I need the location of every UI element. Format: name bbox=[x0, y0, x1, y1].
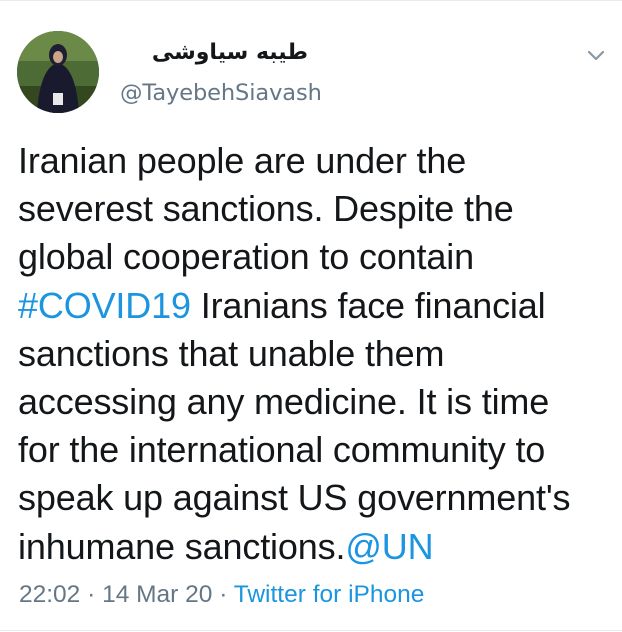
tweet-text-segment: sanctions that unable them bbox=[18, 332, 445, 374]
avatar[interactable] bbox=[17, 31, 99, 113]
tweet-text-segment: for the international community to bbox=[18, 429, 546, 471]
tweet-text-line: #COVID19 Iranians face financial bbox=[18, 282, 614, 330]
tweet-text: Iranian people are under the severest san… bbox=[18, 137, 614, 571]
meta-separator: · bbox=[80, 581, 103, 608]
tweet-text-segment: inhumane sanctions. bbox=[18, 525, 346, 567]
user-handle[interactable]: @TayebehSiavash bbox=[120, 77, 322, 109]
tweet-text-line: Iranian people are under the bbox=[18, 137, 614, 185]
display-name[interactable]: طیبه سیاوشی bbox=[118, 38, 308, 68]
meta-separator: · bbox=[212, 581, 234, 608]
avatar-photo bbox=[17, 31, 99, 113]
chevron-down-icon[interactable] bbox=[583, 43, 609, 67]
tweet-text-line: severest sanctions. Despite the bbox=[18, 185, 614, 233]
hashtag-link[interactable]: #COVID19 bbox=[18, 285, 191, 326]
tweet-text-segment: speak up against US government's bbox=[18, 477, 571, 519]
tweet-text-segment: global cooperation to contain bbox=[18, 236, 474, 278]
tweet-text-segment: Iranians face financial bbox=[190, 284, 546, 326]
tweet-text-line: speak up against US government's bbox=[18, 474, 614, 522]
tweet-text-line: inhumane sanctions.@UN bbox=[18, 523, 614, 571]
tweet-time[interactable]: 22:02 bbox=[19, 581, 80, 608]
tweet-text-line: accessing any medicine. It is time bbox=[18, 378, 614, 426]
tweet-text-segment: accessing any medicine. It is time bbox=[18, 381, 550, 423]
tweet-date[interactable]: 14 Mar 20 bbox=[102, 581, 212, 608]
divider bbox=[0, 630, 622, 631]
tweet-source-link[interactable]: Twitter for iPhone bbox=[234, 581, 425, 608]
tweet-text-segment: Iranian people are under the bbox=[18, 140, 467, 181]
tweet-card: طیبه سیاوشی @TayebehSiavash Iranian peop… bbox=[0, 0, 622, 632]
tweet-text-line: sanctions that unable them bbox=[18, 330, 614, 378]
tweet-meta: 22:02 · 14 Mar 20 · Twitter for iPhone bbox=[19, 578, 424, 612]
tweet-text-line: for the international community to bbox=[18, 426, 614, 474]
mention-link[interactable]: @UN bbox=[345, 526, 433, 567]
tweet-text-segment: severest sanctions. Despite the bbox=[18, 188, 514, 230]
tweet-text-line: global cooperation to contain bbox=[18, 233, 614, 281]
